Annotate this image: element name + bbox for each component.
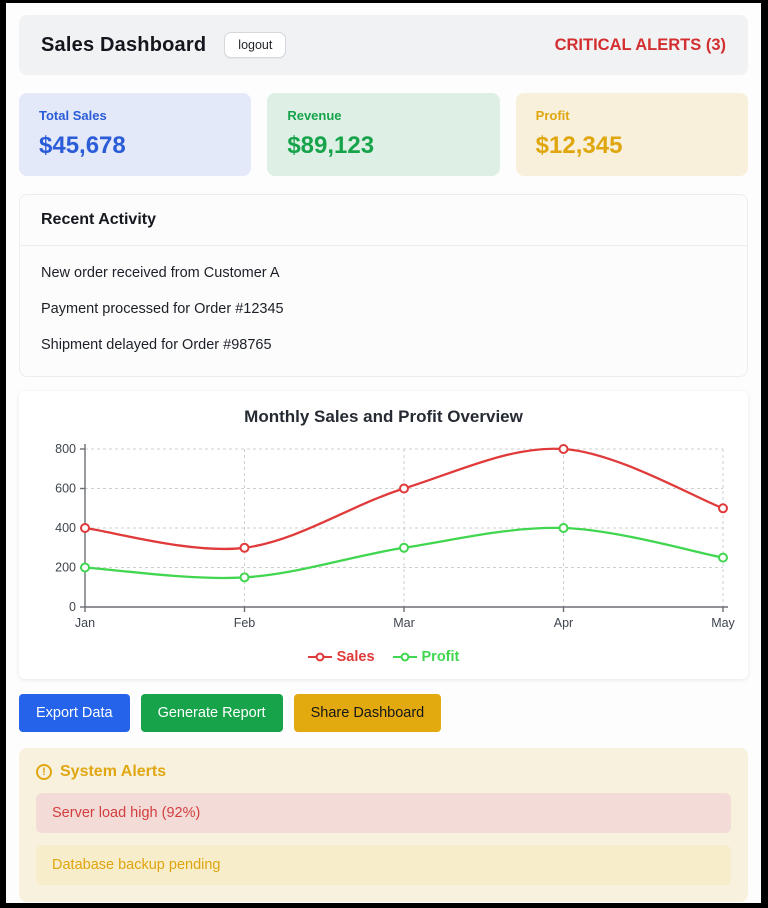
recent-activity-card: Recent Activity New order received from …	[19, 194, 748, 377]
svg-text:400: 400	[55, 521, 76, 535]
stat-label: Total Sales	[39, 108, 231, 123]
stat-card-profit: Profit $12,345	[516, 93, 748, 176]
stat-card-total-sales: Total Sales $45,678	[19, 93, 251, 176]
system-alerts-panel: ! System Alerts Server load high (92%) D…	[19, 748, 748, 902]
share-dashboard-button[interactable]: Share Dashboard	[294, 694, 442, 732]
warning-circle-icon: !	[36, 764, 52, 780]
action-buttons-row: Export Data Generate Report Share Dashbo…	[19, 694, 748, 732]
alert-item-db-backup[interactable]: Database backup pending	[36, 845, 731, 885]
svg-text:200: 200	[55, 561, 76, 575]
list-item: New order received from Customer A	[20, 255, 747, 291]
critical-alerts-badge[interactable]: CRITICAL ALERTS (3)	[555, 36, 726, 55]
svg-text:Feb: Feb	[234, 616, 256, 630]
dashboard-page: Sales Dashboard logout CRITICAL ALERTS (…	[6, 3, 761, 903]
stat-value: $12,345	[536, 132, 728, 160]
chart-title: Monthly Sales and Profit Overview	[33, 403, 734, 435]
list-item: Payment processed for Order #12345	[20, 291, 747, 327]
generate-report-button[interactable]: Generate Report	[141, 694, 283, 732]
stat-card-revenue: Revenue $89,123	[267, 93, 499, 176]
export-data-button[interactable]: Export Data	[19, 694, 130, 732]
legend-item-sales[interactable]: Sales	[308, 649, 375, 665]
svg-text:800: 800	[55, 442, 76, 456]
svg-text:Apr: Apr	[554, 616, 573, 630]
alert-item-server-load[interactable]: Server load high (92%)	[36, 793, 731, 833]
recent-activity-list: New order received from Customer A Payme…	[20, 246, 747, 376]
legend-label: Sales	[337, 649, 375, 665]
page-title: Sales Dashboard	[41, 34, 206, 57]
line-chart: 0 200 400 600 800 Jan Feb Mar Apr May	[33, 435, 747, 640]
system-alerts-header: ! System Alerts	[36, 763, 731, 781]
stat-value: $45,678	[39, 132, 231, 160]
sales-profit-chart-card: Monthly Sales and Profit Overview 0 200 40…	[19, 391, 748, 679]
stat-value: $89,123	[287, 132, 479, 160]
legend-item-profit[interactable]: Profit	[393, 649, 460, 665]
stat-label: Profit	[536, 108, 728, 123]
header-bar: Sales Dashboard logout CRITICAL ALERTS (…	[19, 15, 748, 75]
legend-label: Profit	[422, 649, 460, 665]
legend-marker-icon	[393, 652, 417, 662]
recent-activity-title: Recent Activity	[20, 195, 747, 246]
legend-marker-icon	[308, 652, 332, 662]
stat-label: Revenue	[287, 108, 479, 123]
svg-text:Mar: Mar	[393, 616, 415, 630]
system-alerts-title: System Alerts	[60, 763, 166, 781]
stat-cards-row: Total Sales $45,678 Revenue $89,123 Prof…	[19, 93, 748, 176]
chart-legend: Sales Profit	[33, 645, 734, 673]
svg-text:May: May	[711, 616, 735, 630]
svg-text:0: 0	[69, 600, 76, 614]
logout-button[interactable]: logout	[224, 32, 286, 58]
svg-text:Jan: Jan	[75, 616, 95, 630]
list-item: Shipment delayed for Order #98765	[20, 327, 747, 363]
svg-text:600: 600	[55, 482, 76, 496]
